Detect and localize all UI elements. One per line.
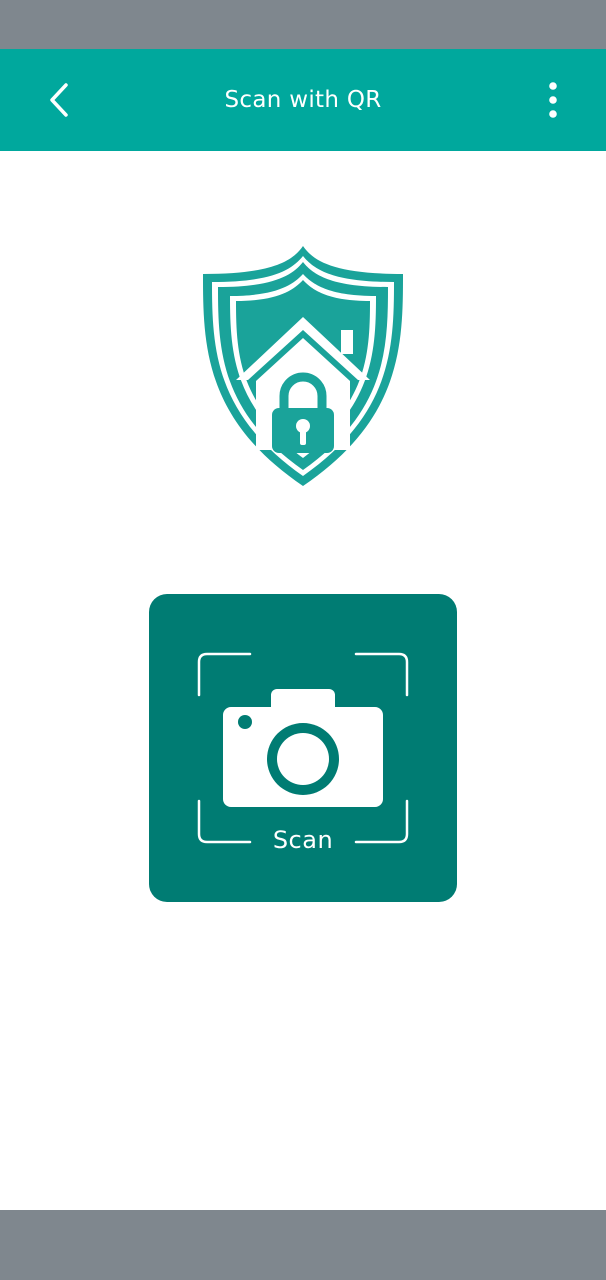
app-bar: Scan with QR — [0, 49, 606, 151]
more-options-button[interactable] — [528, 75, 578, 125]
camera-icon — [223, 689, 383, 807]
shield-home-lock-icon — [203, 246, 403, 486]
page-title: Scan with QR — [224, 87, 382, 113]
chevron-left-icon — [50, 83, 68, 117]
main-content: Scan — [0, 151, 606, 1210]
navigation-bar — [0, 1210, 606, 1280]
back-button[interactable] — [34, 75, 84, 125]
scan-button[interactable]: Scan — [149, 594, 457, 902]
status-bar — [0, 0, 606, 49]
scan-label: Scan — [272, 826, 334, 854]
more-vertical-icon — [549, 82, 557, 118]
